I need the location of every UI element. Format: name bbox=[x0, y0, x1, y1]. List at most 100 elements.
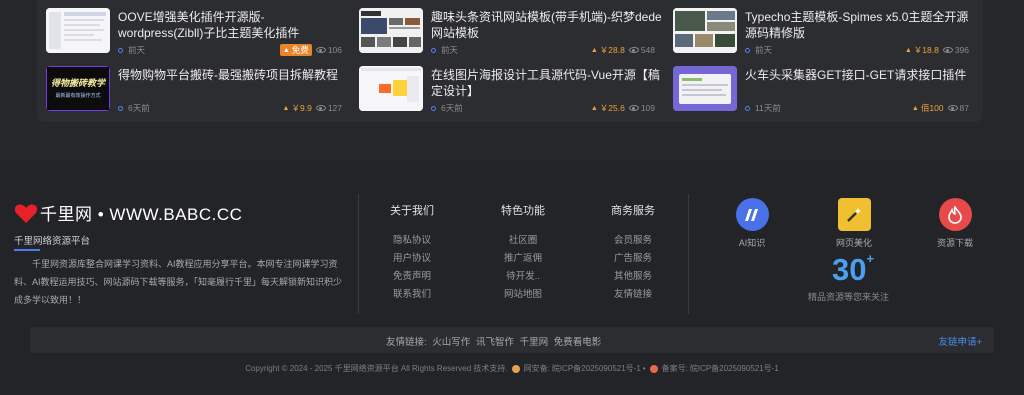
card-time: 6天前 bbox=[118, 102, 150, 114]
card-thumbnail[interactable] bbox=[46, 8, 110, 53]
card-stats: ▲ ￥28.8 548 bbox=[591, 44, 655, 56]
footer-link[interactable]: 广告服务 bbox=[598, 250, 668, 268]
apply-link-button[interactable]: 友链申请+ bbox=[938, 334, 982, 348]
brand-subtitle: 千里网络资源平台 bbox=[14, 236, 91, 247]
brand-underline bbox=[14, 249, 40, 251]
card-title[interactable]: 得物购物平台搬砖-最强搬砖项目拆解教程 bbox=[118, 68, 350, 84]
footer-link[interactable]: 联系我们 bbox=[377, 286, 447, 304]
card-thumbnail[interactable] bbox=[359, 8, 423, 53]
view-count: 109 bbox=[640, 103, 655, 113]
price-badge: ▲ ￥9.9 bbox=[282, 103, 312, 113]
cards-panel: OOVE增强美化插件开源版-wordpress(Zibll)子比主题美化插件 前… bbox=[37, 0, 983, 122]
resource-card[interactable]: Typecho主题模板-Spimes x5.0主题全开源源码精修版 前天 ▲ ￥1… bbox=[673, 8, 973, 58]
feature-label: AI知识 bbox=[738, 238, 766, 248]
footer-link[interactable]: 免责声明 bbox=[377, 268, 447, 286]
clock-icon bbox=[745, 105, 750, 111]
icp-label: 备案号: bbox=[661, 364, 688, 373]
fire-icon bbox=[938, 198, 972, 231]
card-stats: ▲ 免费 106 bbox=[279, 44, 342, 56]
resource-card[interactable]: 得物搬砖教学 最新最有效操作方式 得物购物平台搬砖-最强搬砖项目拆解教程 6天前… bbox=[46, 66, 346, 116]
footer-link[interactable]: 用户协议 bbox=[377, 250, 447, 268]
friend-link[interactable]: 免费看电影 bbox=[554, 337, 602, 348]
card-stats: ▲ ￥25.6 109 bbox=[591, 102, 655, 114]
resource-card[interactable]: 火车头采集器GET接口-GET请求接口插件 11天前 ▲ 佰100 87 bbox=[673, 66, 973, 116]
divider bbox=[358, 194, 359, 314]
divider bbox=[688, 194, 689, 314]
resource-count: 30+ bbox=[832, 250, 875, 287]
clock-icon bbox=[745, 47, 750, 53]
price-badge: ▲ 免费 bbox=[279, 44, 312, 56]
card-thumbnail[interactable] bbox=[359, 66, 423, 111]
copyright-text: Copyright © 2024 - 2025 千里网络资源平台 All Rig… bbox=[245, 364, 508, 373]
police-label: 网安备: bbox=[523, 364, 550, 373]
view-count: 106 bbox=[327, 45, 342, 55]
resource-count-caption: 精品资源等您来关注 bbox=[808, 292, 890, 302]
card-title[interactable]: Typecho主题模板-Spimes x5.0主题全开源源码精修版 bbox=[745, 10, 977, 41]
footer-link[interactable]: 社区圈 bbox=[488, 232, 558, 250]
footer-column-business: 商务服务 会员服务 广告服务 其他服务 友情链接 bbox=[598, 202, 668, 304]
police-number-link[interactable]: 皖ICP备2025090521号-1 bbox=[552, 363, 641, 374]
feature-resource-download[interactable]: 资源下载 bbox=[925, 198, 985, 249]
resource-card[interactable]: 在线图片海报设计工具源代码-Vue开源【稿定设计】 6天前 ▲ ￥25.6 109 bbox=[359, 66, 660, 116]
price-badge: ▲ ￥18.8 bbox=[904, 45, 939, 55]
resource-card[interactable]: 趣味头条资讯网站模板(带手机端)-织梦dede网站模板 前天 ▲ ￥28.8 548 bbox=[359, 8, 662, 58]
clock-icon bbox=[431, 47, 436, 53]
footer-brand[interactable]: 千里网 • WWW.BABC.CC bbox=[14, 200, 242, 225]
friend-link[interactable]: 讯飞智作 bbox=[476, 337, 514, 348]
card-title[interactable]: 在线图片海报设计工具源代码-Vue开源【稿定设计】 bbox=[431, 68, 663, 99]
footer-link[interactable]: 推广返佣 bbox=[488, 250, 558, 268]
price-badge: ▲ ￥28.8 bbox=[590, 45, 625, 55]
clock-icon bbox=[118, 47, 123, 53]
feature-ai-knowledge[interactable]: AI知识 bbox=[722, 198, 782, 249]
clock-icon bbox=[118, 105, 123, 111]
card-title[interactable]: 火车头采集器GET接口-GET请求接口插件 bbox=[745, 68, 977, 84]
friend-link[interactable]: 火山写作 bbox=[432, 337, 470, 348]
feature-label: 资源下载 bbox=[936, 238, 973, 248]
view-count: 127 bbox=[327, 103, 342, 113]
magic-wand-icon bbox=[837, 198, 871, 231]
clock-icon bbox=[431, 105, 436, 111]
shield-icon bbox=[649, 364, 658, 373]
eye-icon bbox=[315, 47, 326, 53]
feature-web-beautify[interactable]: 网页美化 bbox=[824, 198, 884, 249]
price-badge: ▲ ￥25.6 bbox=[590, 103, 625, 113]
eye-icon bbox=[628, 105, 639, 111]
copyright-bar: Copyright © 2024 - 2025 千里网络资源平台 All Rig… bbox=[0, 363, 1024, 374]
footer-link[interactable]: 隐私协议 bbox=[377, 232, 447, 250]
card-time: 前天 bbox=[431, 44, 458, 56]
recommended-section: OOVE增强美化插件开源版-wordpress(Zibll)子比主题美化插件 前… bbox=[0, 0, 1024, 160]
friend-link[interactable]: 千里网 bbox=[520, 337, 549, 348]
brand-name: 千里网 • WWW.BABC.CC bbox=[40, 205, 243, 224]
site-description: 千里网资源库整合网课学习资料、AI教程应用分享平台。本网专注网课学习资料、AI教… bbox=[14, 259, 343, 305]
card-title[interactable]: OOVE增强美化插件开源版-wordpress(Zibll)子比主题美化插件 bbox=[118, 10, 350, 41]
footer-link[interactable]: 其他服务 bbox=[598, 268, 668, 286]
eye-icon bbox=[942, 47, 953, 53]
column-heading: 关于我们 bbox=[390, 205, 434, 217]
ai-knowledge-icon bbox=[735, 198, 769, 231]
eye-icon bbox=[947, 105, 958, 111]
card-time: 前天 bbox=[745, 44, 772, 56]
card-stats: ▲ 佰100 87 bbox=[912, 102, 969, 114]
card-title[interactable]: 趣味头条资讯网站模板(带手机端)-织梦dede网站模板 bbox=[431, 10, 663, 41]
column-heading: 特色功能 bbox=[501, 205, 545, 217]
card-stats: ▲ ￥18.8 396 bbox=[905, 44, 969, 56]
card-time: 6天前 bbox=[431, 102, 463, 114]
card-thumbnail[interactable] bbox=[673, 8, 737, 53]
card-time: 前天 bbox=[118, 44, 145, 56]
footer-link[interactable]: 会员服务 bbox=[598, 232, 668, 250]
icp-number-link[interactable]: 皖ICP备2025090521号-1 bbox=[690, 363, 779, 374]
price-badge: ▲ 佰100 bbox=[911, 103, 944, 113]
separator: • bbox=[642, 364, 646, 373]
card-thumbnail[interactable] bbox=[673, 66, 737, 111]
heart-logo-icon bbox=[14, 204, 38, 223]
card-thumbnail[interactable]: 得物搬砖教学 最新最有效操作方式 bbox=[46, 66, 110, 111]
footer-link[interactable]: 待开发.. bbox=[488, 268, 558, 286]
footer-link[interactable]: 友情链接 bbox=[598, 286, 668, 304]
view-count: 396 bbox=[954, 45, 969, 55]
resource-card[interactable]: OOVE增强美化插件开源版-wordpress(Zibll)子比主题美化插件 前… bbox=[46, 8, 346, 58]
police-badge-icon bbox=[511, 364, 520, 373]
view-count: 548 bbox=[640, 45, 655, 55]
view-count: 87 bbox=[959, 103, 969, 113]
footer-link[interactable]: 网站地图 bbox=[488, 286, 558, 304]
feature-label: 网页美化 bbox=[835, 238, 872, 248]
